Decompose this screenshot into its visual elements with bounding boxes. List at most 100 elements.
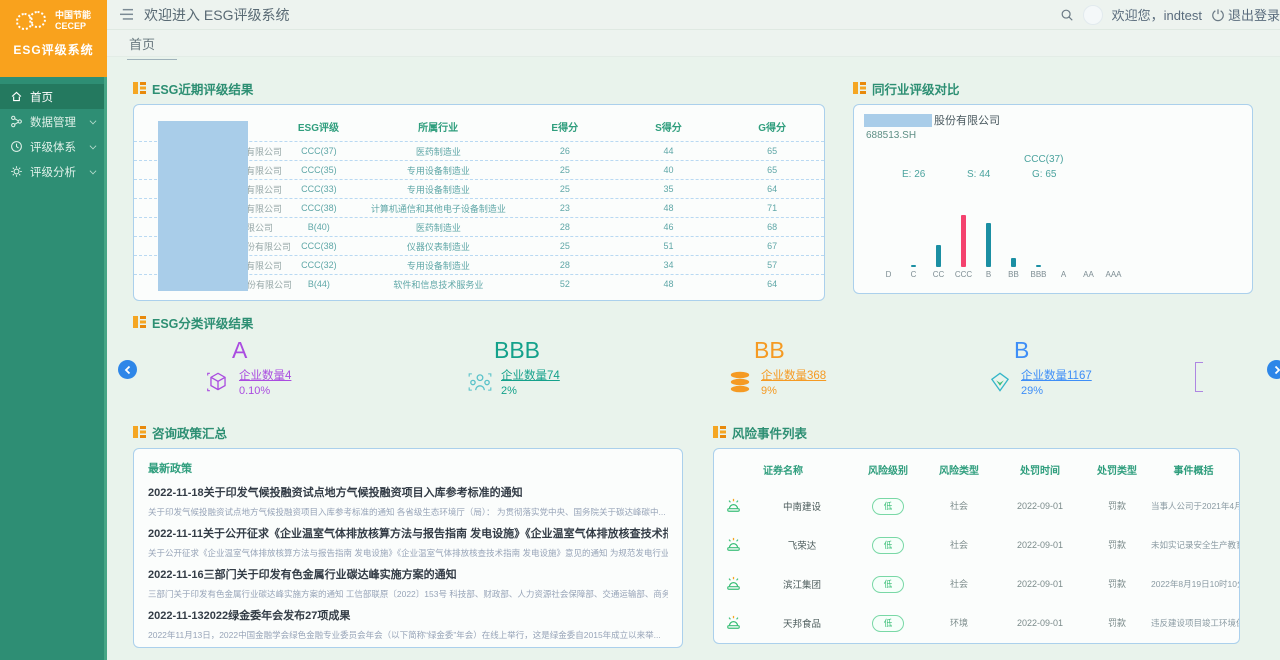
sidebar-item-label: 数据管理 [30,114,76,130]
logout-icon [1211,8,1225,22]
sidebar-item-home[interactable]: 首页 [0,84,104,109]
panel-title-text: ESG分类评级结果 [152,313,253,332]
chart-bar [961,215,966,267]
s-score: 46 [617,222,721,232]
penalty-type: 罚款 [1086,577,1148,590]
s-score: 44 [617,146,721,156]
penalty-date: 2022-09-01 [994,501,1086,511]
rating-analysis-icon [10,165,23,178]
s-score: S: 44 [967,169,990,180]
brand-name-en: CECEP [55,21,91,32]
panel-policy-news: 咨询政策汇总 最新政策 2022-11-18关于印发气候投融资试点地方气候投融资… [133,423,683,648]
grade-count-link[interactable]: 企业数量1167 [1021,367,1092,383]
rating-distribution-chart: D C CC CCC B BB BBB A AA AAA [876,205,1126,280]
col-header-penalty-date: 处罚时间 [994,462,1086,477]
col-header-penalty-type: 处罚类型 [1086,462,1148,477]
grade-label: BB [754,337,914,363]
carousel-prev-button[interactable] [118,360,137,379]
event-summary: 违反建设项目竣工环境保护验收制度 [1148,617,1239,629]
esg-rating: CCC(33) [274,184,364,194]
g-score: 71 [720,203,824,213]
sidebar-item-rating-analysis[interactable]: 评级分析 [0,159,104,184]
col-header-rating: ESG评级 [274,119,364,134]
policy-item-title[interactable]: 2022-11-16三部门关于印发有色金属行业碳达峰实施方案的通知 [148,566,668,582]
grade-count-link[interactable]: 企业数量74 [501,367,560,383]
e-score: 23 [513,203,617,213]
industry: 医药制造业 [364,145,513,158]
avatar[interactable] [1083,5,1103,25]
sidebar-item-data-management[interactable]: 数据管理 [0,109,104,134]
panel-industry-comparison: 同行业评级对比 股份有限公司 688513.SH CCC(37) E: 26 S… [853,79,1253,294]
cecep-logo-icon [16,10,50,32]
panel-list-icon [133,316,146,328]
brand-name-cn: 中国节能 [55,10,91,21]
grade-percent: 9% [761,385,826,397]
siren-icon [714,575,752,592]
chevron-down-icon [90,118,97,125]
x-axis-label: BBB [1030,270,1046,280]
panel-risk-events: 风险事件列表 证券名称 风险级别 风险类型 处罚时间 处罚类型 事件概括 中南建… [713,423,1240,644]
siren-icon [714,536,752,553]
s-score: 48 [617,279,721,289]
brand-logo: 中国节能 CECEP ESG评级系统 [0,0,107,77]
risk-row[interactable]: 中南建设 低 社会 2022-09-01 罚款 当事人公司于2021年4月1日，… [714,486,1239,525]
esg-rating: B(44) [274,279,364,289]
grade-count-link[interactable]: 企业数量368 [761,367,826,383]
policy-item-title[interactable]: 2022-11-18关于印发气候投融资试点地方气候投融资项目入库参考标准的通知 [148,484,668,500]
e-score: 25 [513,184,617,194]
event-summary: 当事人公司于2021年4月1日，在未... [1148,500,1239,512]
security-name: 中南建设 [752,499,852,513]
sidebar-item-rating-system[interactable]: 评级体系 [0,134,104,159]
g-score: 65 [720,165,824,175]
sidebar: 首页 数据管理 评级体系 评级分析 [0,77,107,660]
panel-title-text: 风险事件列表 [732,423,807,442]
esg-rating: CCC(35) [274,165,364,175]
x-axis-label: CCC [955,270,972,280]
grade-count-link[interactable]: 企业数量4 [239,367,291,383]
penalty-type: 罚款 [1086,538,1148,551]
policy-item-title[interactable]: 2022-11-11关于公开征求《企业温室气体排放核算方法与报告指南 发电设施》… [148,525,668,541]
x-axis-label: BB [1008,270,1019,280]
table-header: 证券名称 风险级别 风险类型 处罚时间 处罚类型 事件概括 [714,453,1239,486]
panel-list-icon [853,82,866,94]
col-header-security: 证券名称 [714,462,852,477]
s-score: 40 [617,165,721,175]
risk-row[interactable]: 天邦食品 低 环境 2022-09-01 罚款 违反建设项目竣工环境保护验收制度 [714,603,1239,642]
data-manage-icon [10,115,23,128]
s-score: 35 [617,184,721,194]
security-name: 滨江集团 [752,577,852,591]
policy-list-header: 最新政策 [148,460,668,476]
topbar: 欢迎进入 ESG评级系统 欢迎您，indtest 退出登录 [107,0,1280,30]
grade-percent: 29% [1021,385,1092,397]
coins-icon [727,369,753,395]
carousel-next-button[interactable] [1267,360,1280,379]
logout-button[interactable]: 退出登录 [1211,5,1280,24]
chevron-down-icon [90,168,97,175]
risk-row[interactable]: 飞荣达 低 社会 2022-09-01 罚款 未如实记录安全生产教育和培训情况 [714,525,1239,564]
breadcrumb-home[interactable]: 首页 [127,34,177,60]
welcome-text: 欢迎您，indtest [1112,5,1202,24]
panel-list-icon [133,82,146,94]
col-header-risk-level: 风险级别 [852,462,924,477]
menu-collapse-icon[interactable] [119,8,134,21]
g-score: 57 [720,260,824,270]
app-root: 中国节能 CECEP ESG评级系统 首页 数据管理 评级体系 [0,0,1280,660]
esg-rating: CCC(37) [274,146,364,156]
risk-row[interactable]: 滨江集团 低 社会 2022-09-01 罚款 2022年8月19日10时10分… [714,564,1239,603]
esg-rating: CCC(38) [274,203,364,213]
penalty-type: 罚款 [1086,616,1148,629]
policy-item-title[interactable]: 2022-11-132022绿金委年会发布27项成果 [148,607,668,623]
chart-bar [911,265,916,267]
esg-rating: CCC(32) [274,260,364,270]
search-icon[interactable] [1060,8,1074,22]
diamond-icon [987,369,1013,395]
x-axis-label: A [1061,270,1066,280]
policy-item-desc: 关于印发气候投融资试点地方气候投融资项目入库参考标准的通知 各省级生态环境厅（局… [148,506,668,518]
x-axis-label: CC [933,270,945,280]
grade-label: A [232,337,392,363]
x-axis-label: C [911,270,917,280]
panel-classification: ESG分类评级结果 [133,313,253,331]
grade-card-bb: BB 企业数量368 9% [699,337,914,397]
grade-card-b: B 企业数量1167 29% [959,337,1174,397]
page-title: 欢迎进入 ESG评级系统 [144,5,289,25]
